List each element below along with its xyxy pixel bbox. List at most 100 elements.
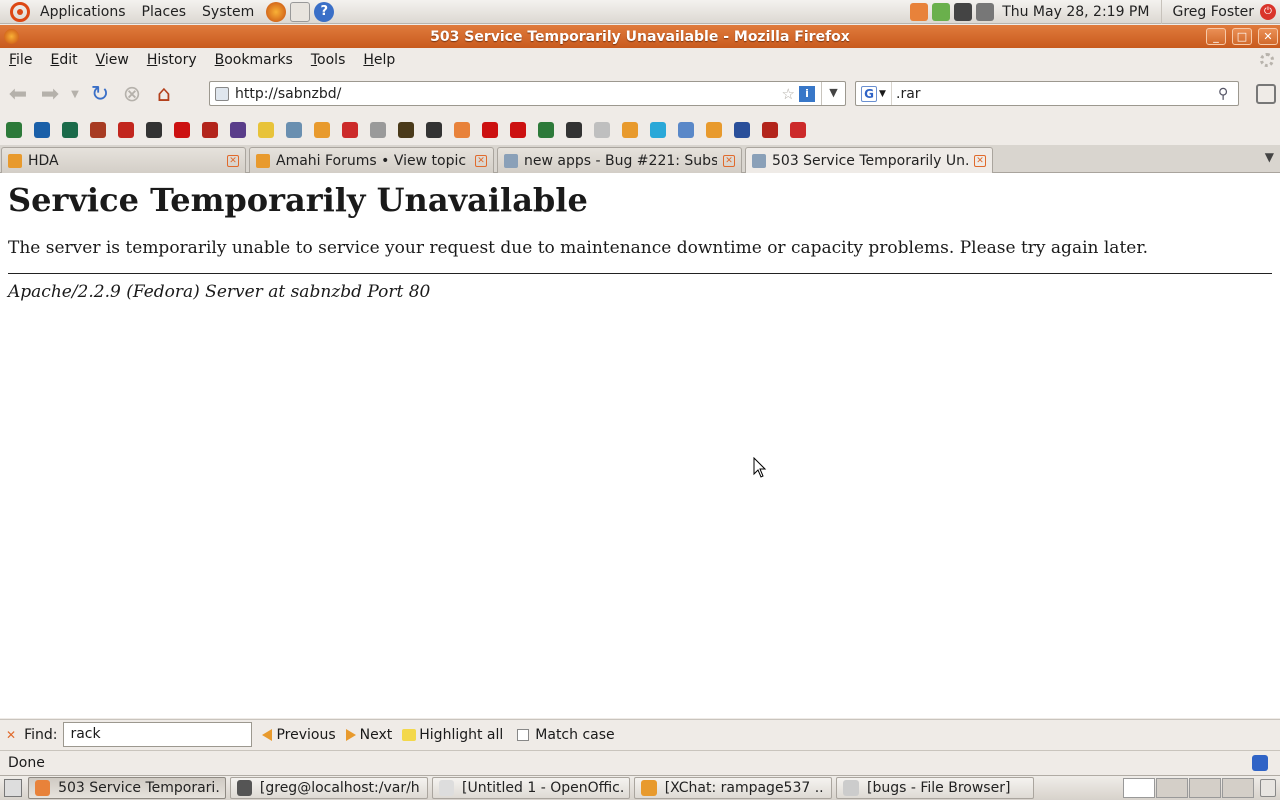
history-dropdown-button[interactable]: ▼ — [68, 80, 82, 108]
workspace-4[interactable] — [1222, 778, 1254, 798]
minimize-icon[interactable]: _ — [1206, 28, 1226, 45]
trash-icon[interactable] — [1260, 779, 1276, 797]
bookmark-favicon-icon[interactable] — [174, 122, 190, 138]
help-launcher-icon[interactable]: ? — [314, 1, 335, 22]
bookmark-favicon-icon[interactable] — [202, 122, 218, 138]
bookmark-favicon-icon[interactable] — [230, 122, 246, 138]
menu-view[interactable]: View — [87, 48, 138, 73]
bookmark-favicon-icon[interactable] — [678, 122, 694, 138]
bookmark-favicon-icon[interactable] — [286, 122, 302, 138]
search-input[interactable]: .rar — [892, 86, 1218, 102]
task-file-browser[interactable]: [bugs - File Browser] — [836, 777, 1034, 799]
info-icon[interactable]: i — [799, 85, 815, 102]
bookmark-favicon-icon[interactable] — [482, 122, 498, 138]
bookmark-favicon-icon[interactable] — [734, 122, 750, 138]
bookmark-favicon-icon[interactable] — [650, 122, 666, 138]
search-engine-selector[interactable]: G ▼ — [856, 82, 892, 105]
bookmark-favicon-icon[interactable] — [622, 122, 638, 138]
task-firefox[interactable]: 503 Service Temporari... — [28, 777, 226, 799]
menu-history[interactable]: History — [138, 48, 206, 73]
bookmark-favicon-icon[interactable] — [6, 122, 22, 138]
maximize-icon[interactable]: □ — [1232, 28, 1252, 45]
bookmark-favicon-icon[interactable] — [566, 122, 582, 138]
highlight-all-button[interactable]: Highlight all — [402, 727, 503, 743]
tab-close-icon[interactable]: ✕ — [723, 154, 735, 167]
url-input[interactable]: http://sabnzbd/ — [235, 86, 782, 102]
find-close-icon[interactable]: ✕ — [6, 728, 16, 742]
menu-edit[interactable]: Edit — [41, 48, 86, 73]
bookmark-favicon-icon[interactable] — [790, 122, 806, 138]
show-desktop-button[interactable] — [4, 779, 22, 797]
bookmark-favicon-icon[interactable] — [510, 122, 526, 138]
volume-tray-icon[interactable] — [976, 3, 995, 21]
battery-tray-icon[interactable] — [932, 3, 951, 21]
home-button[interactable]: ⌂ — [150, 80, 178, 108]
user-switcher[interactable]: Greg Foster — [1162, 4, 1258, 20]
tab-hda[interactable]: HDA ✕ — [1, 147, 246, 173]
menu-help[interactable]: Help — [354, 48, 404, 73]
close-icon[interactable]: ✕ — [1258, 28, 1278, 45]
bookmark-favicon-icon[interactable] — [454, 122, 470, 138]
find-input[interactable]: rack — [63, 722, 253, 747]
bookmark-favicon-icon[interactable] — [398, 122, 414, 138]
tab-close-icon[interactable]: ✕ — [974, 155, 986, 167]
bookmark-favicon-icon[interactable] — [706, 122, 722, 138]
tab-favicon-icon — [752, 154, 766, 168]
system-menu[interactable]: System — [194, 0, 262, 24]
bookmark-star-icon[interactable]: ☆ — [782, 85, 795, 103]
sidebar-toggle-button[interactable] — [1256, 84, 1276, 104]
find-next-button[interactable]: Next — [345, 727, 392, 743]
window-titlebar[interactable]: 503 Service Temporarily Unavailable - Mo… — [0, 25, 1280, 48]
url-bar[interactable]: http://sabnzbd/ ☆ i ▼ — [209, 81, 846, 106]
menu-file[interactable]: File — [0, 48, 41, 73]
url-dropdown-button[interactable]: ▼ — [821, 82, 845, 105]
bookmark-favicon-icon[interactable] — [538, 122, 554, 138]
tab-close-icon[interactable]: ✕ — [227, 154, 239, 167]
power-icon[interactable]: ⏻ — [1260, 4, 1276, 20]
clock[interactable]: Thu May 28, 2:19 PM — [996, 0, 1163, 24]
bookmark-favicon-icon[interactable] — [90, 122, 106, 138]
task-terminal[interactable]: [greg@localhost:/var/h... — [230, 777, 428, 799]
applications-menu[interactable]: Applications — [32, 0, 134, 24]
stop-button[interactable]: ⊗ — [118, 80, 146, 108]
bookmark-favicon-icon[interactable] — [426, 122, 442, 138]
tab-503-service[interactable]: 503 Service Temporarily Un... ✕ — [745, 147, 993, 174]
search-icon[interactable]: ⚲ — [1218, 86, 1238, 102]
firefox-window-icon[interactable] — [4, 29, 19, 44]
workspace-3[interactable] — [1189, 778, 1221, 798]
tab-close-icon[interactable]: ✕ — [475, 154, 487, 167]
bookmark-favicon-icon[interactable] — [342, 122, 358, 138]
bookmark-favicon-icon[interactable] — [370, 122, 386, 138]
bookmark-favicon-icon[interactable] — [314, 122, 330, 138]
menu-bookmarks[interactable]: Bookmarks — [206, 48, 302, 73]
find-previous-button[interactable]: Previous — [262, 727, 336, 743]
xchat-tray-icon[interactable] — [910, 3, 929, 21]
bookmark-favicon-icon[interactable] — [594, 122, 610, 138]
firefox-launcher-icon[interactable] — [266, 1, 287, 22]
forward-button[interactable]: ➡ — [36, 80, 64, 108]
mail-launcher-icon[interactable] — [290, 1, 311, 22]
task-openoffice[interactable]: [Untitled 1 - OpenOffic... — [432, 777, 630, 799]
tab-new-apps-bug[interactable]: new apps - Bug #221: Subso... ✕ — [497, 147, 742, 173]
bookmark-favicon-icon[interactable] — [146, 122, 162, 138]
workspace-2[interactable] — [1156, 778, 1188, 798]
match-case-checkbox[interactable]: Match case — [517, 727, 615, 743]
ubuntu-logo-icon[interactable] — [10, 1, 30, 22]
reload-button[interactable]: ↻ — [86, 80, 114, 108]
bookmark-favicon-icon[interactable] — [118, 122, 134, 138]
tab-list-chevron-icon[interactable]: ▼ — [1265, 150, 1274, 164]
site-identity-icon[interactable] — [215, 86, 229, 101]
addon-status-icon[interactable] — [1252, 754, 1268, 771]
network-tray-icon[interactable] — [954, 3, 973, 21]
bookmark-favicon-icon[interactable] — [62, 122, 78, 138]
bookmark-favicon-icon[interactable] — [34, 122, 50, 138]
search-bar[interactable]: G ▼ .rar ⚲ — [855, 81, 1239, 106]
task-xchat[interactable]: [XChat: rampage537 ... — [634, 777, 832, 799]
tab-amahi-forums[interactable]: Amahi Forums • View topic ... ✕ — [249, 147, 494, 173]
bookmark-favicon-icon[interactable] — [258, 122, 274, 138]
bookmark-favicon-icon[interactable] — [762, 122, 778, 138]
workspace-1[interactable] — [1123, 778, 1155, 798]
places-menu[interactable]: Places — [134, 0, 195, 24]
back-button[interactable]: ⬅ — [4, 80, 32, 108]
menu-tools[interactable]: Tools — [302, 48, 355, 73]
